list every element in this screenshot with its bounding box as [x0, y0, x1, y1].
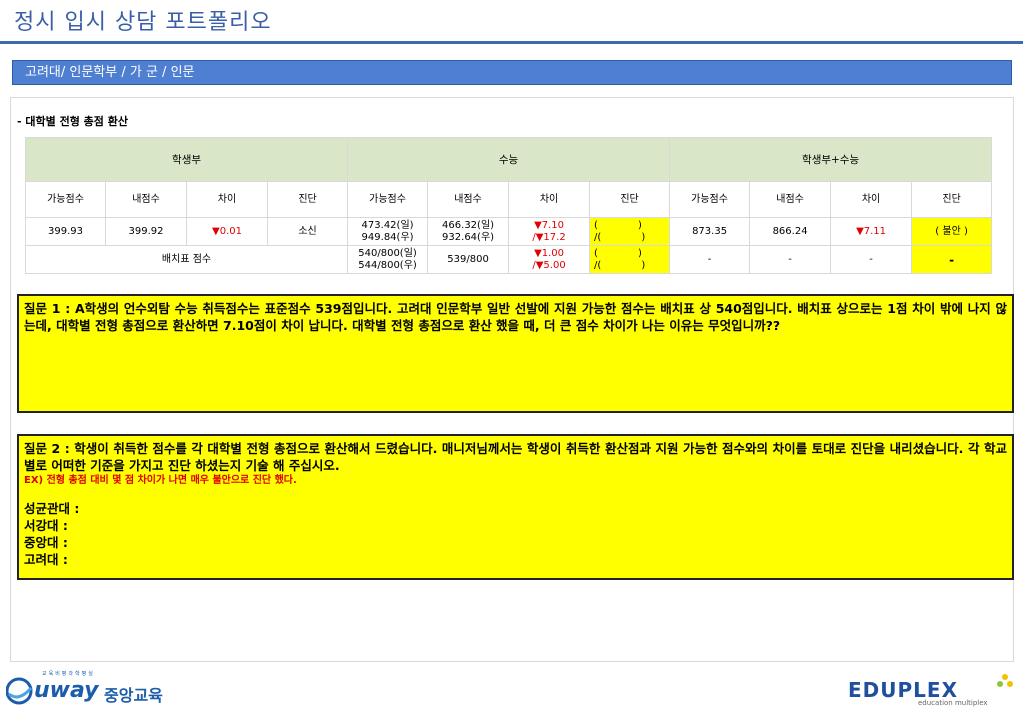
cell-line: 949.84(우) — [361, 231, 414, 243]
cell-line: ▼1.00 — [534, 247, 565, 259]
group-header-combined: 학생부+수능 — [669, 137, 993, 182]
cell-suneung-possible: 540/800(일) 544/800(우) — [347, 245, 429, 274]
answer-line-chungang: 중앙대 : — [24, 535, 68, 550]
column-header: 가능점수 — [347, 181, 429, 218]
uway-brand: uway — [34, 678, 99, 703]
cell-suneung-mine: 466.32(일) 932.64(우) — [427, 217, 510, 246]
cell-line: /( ) — [594, 231, 646, 243]
table-row: 399.93 399.92 ▼0.01 소신 473.42(일) 949.84(… — [25, 217, 993, 246]
cell-suneung-possible: 473.42(일) 949.84(우) — [347, 217, 429, 246]
cell-combined-diagnosis: - — [911, 245, 993, 274]
cell-suneung-diagnosis: ( ) /( ) — [589, 217, 671, 246]
cell-combined-diff: ▼7.11 — [830, 217, 913, 246]
subtitle-bar: 고려대/ 인문학부 / 가 군 / 인문 — [12, 60, 1012, 85]
question-1-text: 질문 1 : A학생의 언수외탐 수능 취득점수는 표준점수 539점입니다. … — [24, 301, 1007, 333]
cell-combined-mine: - — [749, 245, 832, 274]
cell-suneung-diff: ▼1.00 /▼5.00 — [508, 245, 591, 274]
cell-combined-diagnosis: ( 불안 ) — [911, 217, 993, 246]
uway-brand-korean: 중앙교육 — [104, 686, 163, 705]
uway-tagline: 교육비평과학평실 — [42, 671, 95, 677]
answer-line-korea: 고려대 : — [24, 552, 68, 567]
column-header: 진단 — [911, 181, 993, 218]
cell-suneung-diagnosis: ( ) /( ) — [589, 245, 671, 274]
answer-line-sogang: 서강대 : — [24, 518, 68, 533]
uway-swoosh-icon — [6, 677, 33, 705]
column-header: 가능점수 — [25, 181, 106, 218]
cell-line: 540/800(일) — [358, 247, 417, 259]
cell-line: /( ) — [594, 259, 646, 271]
cell-student-mine: 399.92 — [105, 217, 187, 246]
cell-line: /▼17.2 — [532, 231, 566, 243]
cell-line: 544/800(우) — [358, 259, 417, 271]
cell-student-diagnosis: 소신 — [266, 217, 349, 246]
column-header: 진단 — [266, 181, 349, 218]
cell-line: ( ) — [594, 219, 642, 231]
section-label: - 대학별 전형 총점 환산 — [17, 115, 128, 128]
column-header: 내점수 — [105, 181, 187, 218]
column-header: 차이 — [830, 181, 913, 218]
column-header: 가능점수 — [669, 181, 751, 218]
column-header: 차이 — [186, 181, 268, 218]
column-header: 내점수 — [749, 181, 832, 218]
cell-line: 466.32(일) — [442, 219, 495, 231]
answer-line-skku: 성균관대 : — [24, 501, 80, 516]
cell-line: ( ) — [594, 247, 642, 259]
table-row: 배치표 점수 540/800(일) 544/800(우) 539/800 ▼1.… — [24, 245, 993, 274]
cell-combined-diff: - — [830, 245, 913, 274]
eduplex-star-icon — [997, 674, 1013, 687]
question-2-text: 질문 2 : 학생이 취득한 점수를 각 대학별 전형 총점으로 환산해서 드렸… — [24, 441, 1007, 473]
question-2-box: 질문 2 : 학생이 취득한 점수를 각 대학별 전형 총점으로 환산해서 드렸… — [17, 434, 1014, 580]
page-title: 정시 입시 상담 포트폴리오 — [14, 10, 272, 35]
uway-logo: 교육비평과학평실 uway 중앙교육 — [6, 671, 206, 706]
eduplex-subtitle: education multiplex — [918, 699, 988, 707]
cell-student-possible: 399.93 — [25, 217, 106, 246]
cell-line: 932.64(우) — [442, 231, 495, 243]
cell-line: /▼5.00 — [532, 259, 566, 271]
group-header-student-record: 학생부 — [24, 137, 349, 182]
question-1-box: 질문 1 : A학생의 언수외탐 수능 취득점수는 표준점수 539점입니다. … — [17, 294, 1014, 413]
group-header-suneung: 수능 — [347, 137, 671, 182]
cell-line: ▼7.10 — [534, 219, 565, 231]
column-header: 차이 — [508, 181, 591, 218]
title-divider — [0, 41, 1023, 44]
cell-combined-mine: 866.24 — [749, 217, 832, 246]
cell-suneung-mine: 539/800 — [427, 245, 510, 274]
eduplex-logo: EDUPLEX education multiplex — [848, 674, 1018, 707]
cell-suneung-diff: ▼7.10 /▼17.2 — [508, 217, 591, 246]
score-table: 학생부 수능 학생부+수능 가능점수 내점수 차이 진단 가능점수 내점수 차이… — [24, 137, 993, 274]
column-header: 진단 — [589, 181, 671, 218]
question-2-example: EX) 전형 총점 대비 몇 점 차이가 나면 매우 불안으로 진단 했다. — [24, 475, 297, 486]
row-label-placement-score: 배치표 점수 — [24, 245, 349, 274]
cell-combined-possible: 873.35 — [669, 217, 751, 246]
cell-student-diff: ▼0.01 — [186, 217, 268, 246]
column-header: 내점수 — [427, 181, 510, 218]
cell-line: 473.42(일) — [361, 219, 414, 231]
cell-combined-possible: - — [669, 245, 751, 274]
